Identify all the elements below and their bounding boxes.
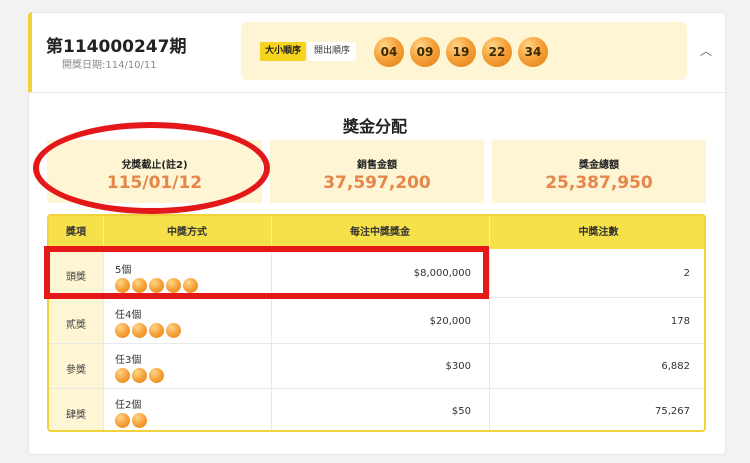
stat-value: 37,597,200 (323, 173, 431, 193)
row-divider (49, 343, 704, 344)
winner-count: 6,882 (661, 361, 690, 372)
method-balls (115, 368, 166, 386)
ball-icon (166, 323, 181, 338)
ball-icon (115, 368, 130, 383)
prize-amount: $300 (445, 361, 471, 372)
column-divider (489, 216, 490, 430)
method-label: 任3個 (115, 355, 142, 366)
method-balls (115, 323, 183, 341)
header-prize: 獎項 (66, 227, 86, 238)
ball-icon (132, 368, 147, 383)
draw-number: 第114000247期 (46, 37, 187, 57)
prize-amount: $50 (451, 406, 471, 417)
stat-label: 獎金總額 (579, 160, 619, 171)
prize-amount: $20,000 (429, 316, 471, 327)
prize-method: 任4個 (115, 306, 183, 341)
ball-icon (149, 323, 164, 338)
winning-ball: 09 (410, 37, 440, 67)
ball-icon (115, 413, 130, 428)
prize-method: 任3個 (115, 351, 166, 386)
collapse-chevron-icon[interactable]: ︿ (700, 42, 712, 59)
method-balls (115, 413, 149, 430)
method-label: 任2個 (115, 400, 142, 411)
size-order-button[interactable]: 大小順序 (260, 42, 306, 61)
winner-count: 2 (683, 268, 690, 279)
prize-name: 肆獎 (66, 410, 86, 421)
winning-ball: 34 (518, 37, 548, 67)
method-label: 任4個 (115, 310, 142, 321)
winning-ball: 22 (482, 37, 512, 67)
ball-icon (132, 413, 147, 428)
stat-prize-total: 獎金總額 25,387,950 (492, 140, 706, 203)
winning-ball: 19 (446, 37, 476, 67)
winner-count: 178 (670, 316, 690, 327)
annotation-ellipse (33, 122, 270, 214)
table-header: 獎項 中獎方式 每注中獎獎金 中獎注數 (49, 216, 704, 249)
stat-value: 25,387,950 (545, 173, 653, 193)
ball-icon (149, 368, 164, 383)
draw-date: 開獎日期:114/10/11 (62, 60, 157, 71)
header-count: 中獎注數 (578, 227, 619, 238)
winner-count: 75,267 (655, 406, 690, 417)
prize-name: 貳獎 (66, 320, 86, 331)
prize-name: 參獎 (66, 365, 86, 376)
stat-label: 銷售金額 (357, 160, 397, 171)
header-amount: 每注中獎獎金 (350, 227, 410, 238)
winning-ball: 04 (374, 37, 404, 67)
stat-sales-amount: 銷售金額 37,597,200 (270, 140, 484, 203)
header-divider (28, 92, 726, 93)
header-method: 中獎方式 (167, 227, 207, 238)
header-accent-stripe (28, 12, 32, 92)
prize-method: 任2個 (115, 396, 149, 430)
annotation-rectangle (44, 246, 489, 299)
ball-icon (115, 323, 130, 338)
row-divider (49, 388, 704, 389)
draw-order-button[interactable]: 開出順序 (308, 42, 356, 61)
ball-icon (132, 323, 147, 338)
